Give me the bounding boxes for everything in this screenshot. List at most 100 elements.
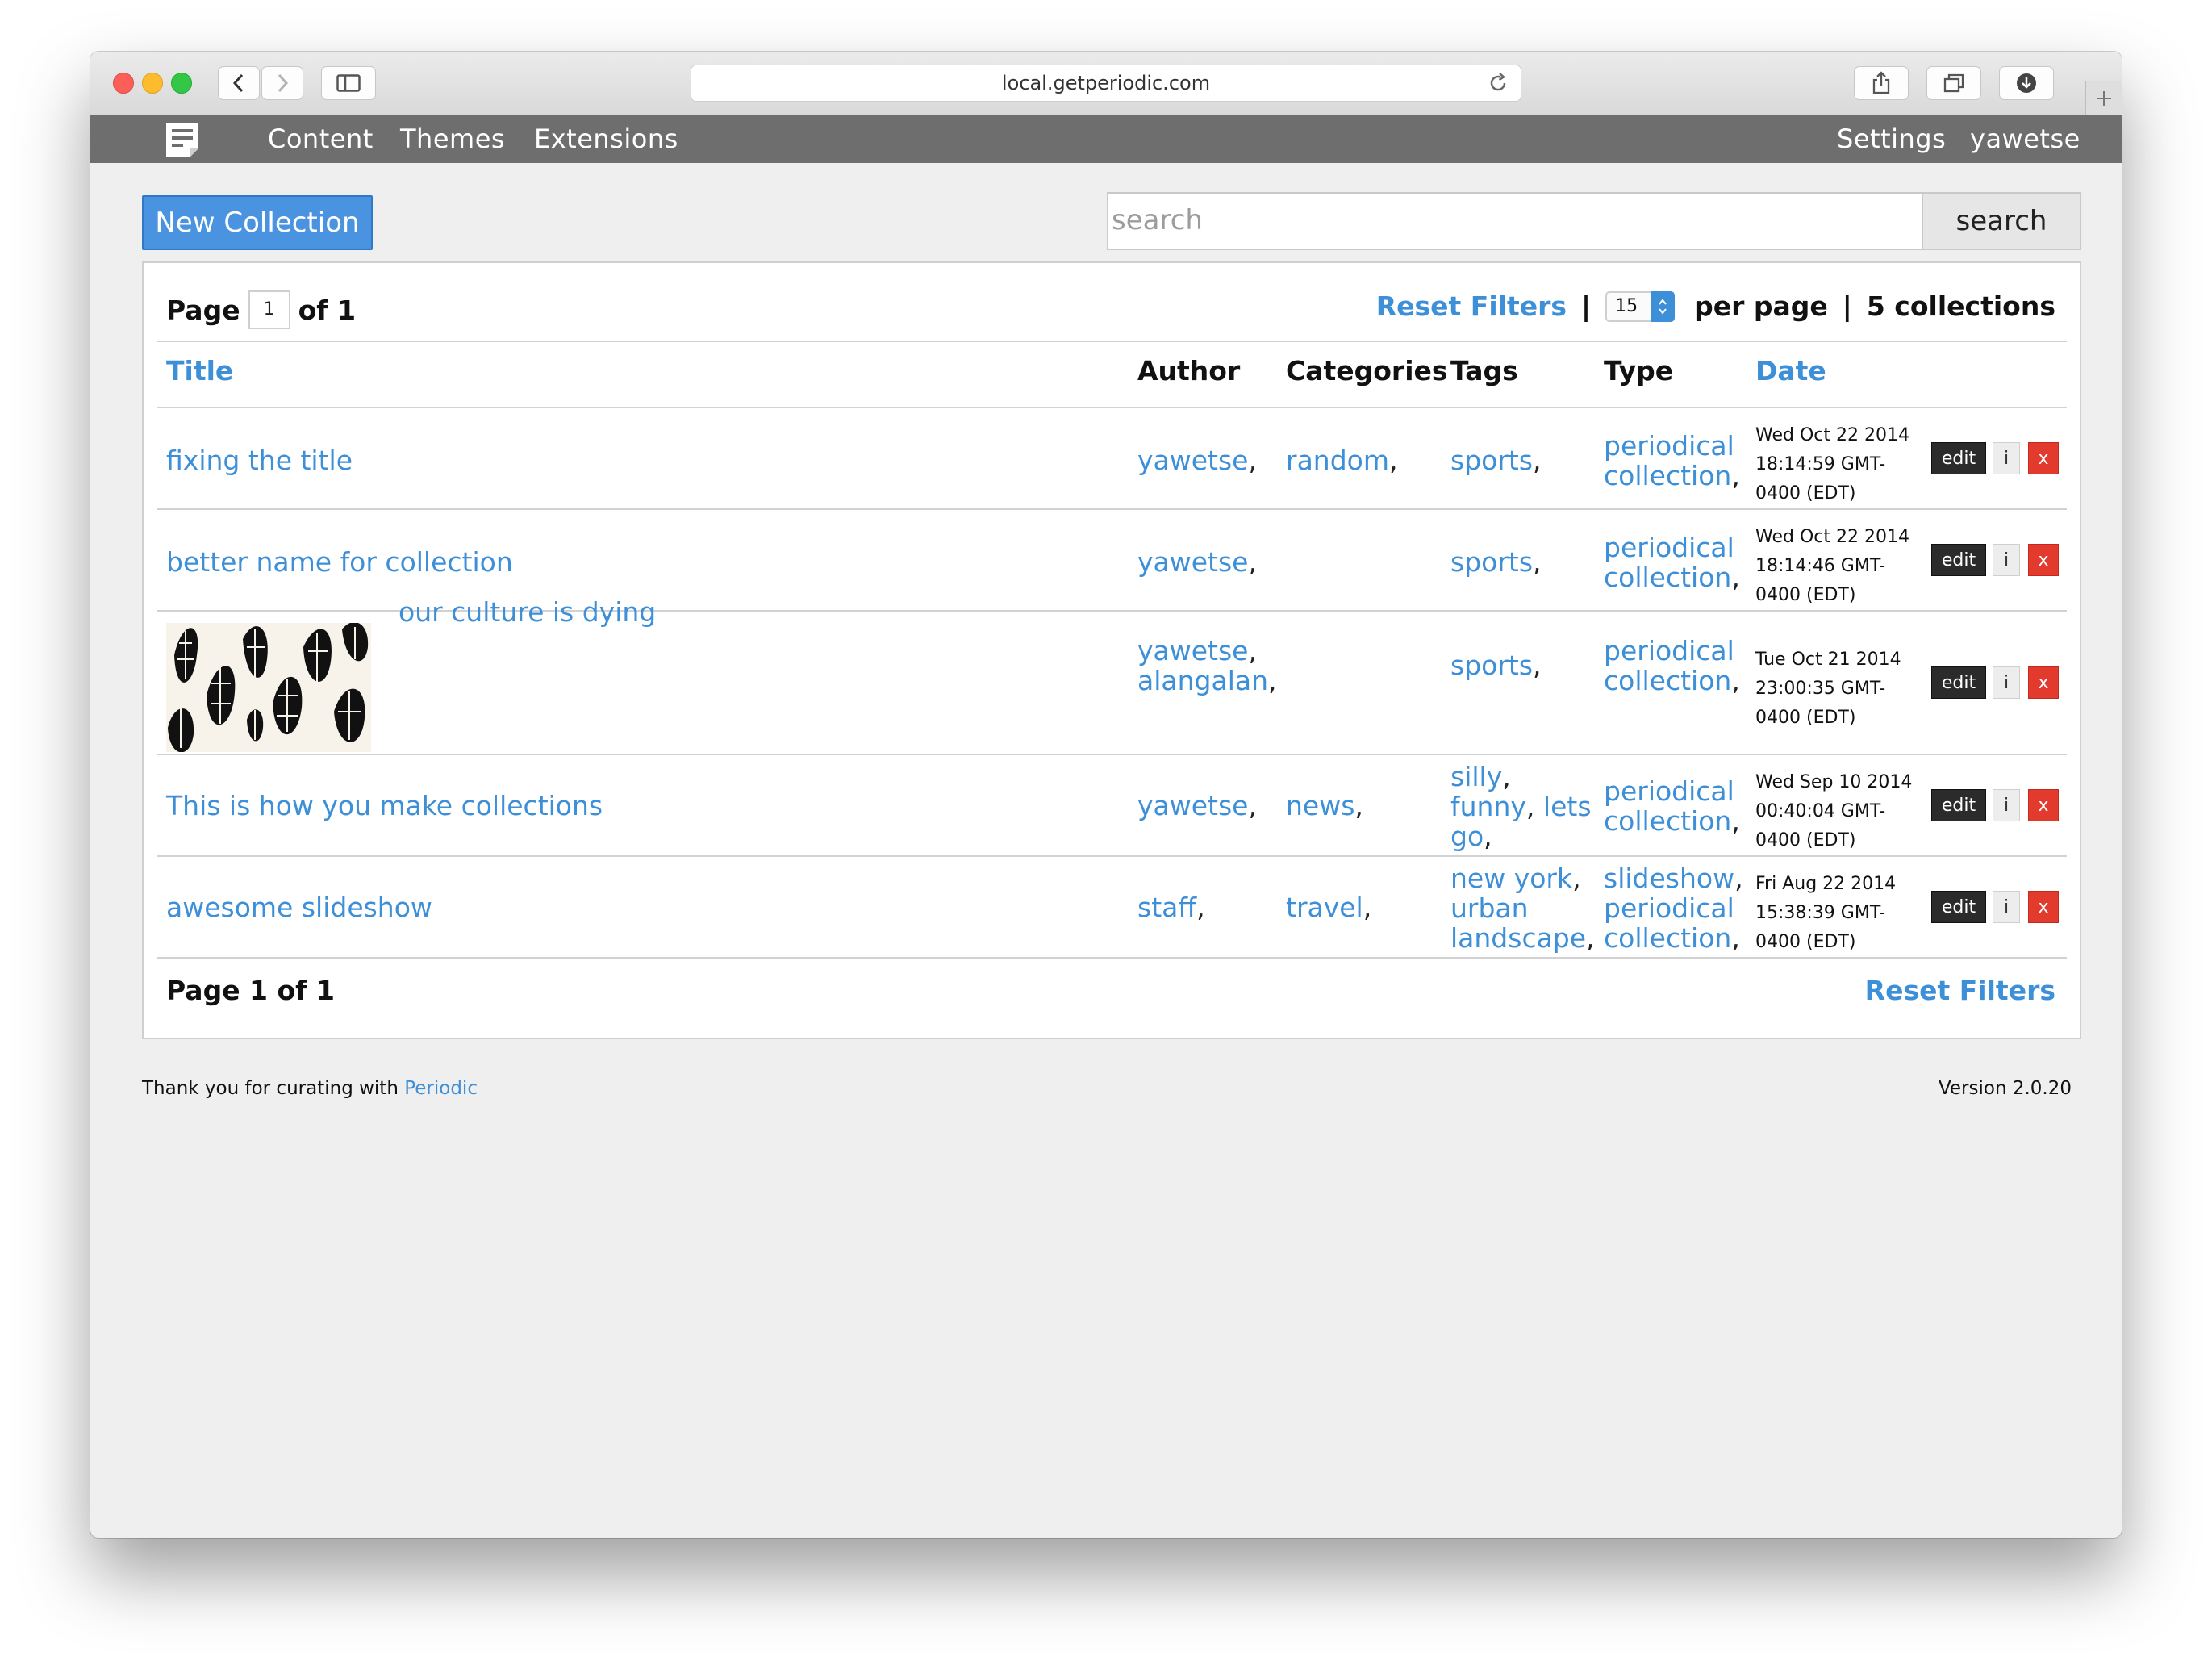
author-link[interactable]: yawetse — [1137, 790, 1248, 821]
pager-top: Page 1 of 1 — [166, 290, 356, 329]
minimize-window-button[interactable] — [142, 73, 163, 94]
per-page-select[interactable]: 15 — [1605, 290, 1676, 322]
edit-button[interactable]: edit — [1931, 789, 1986, 821]
nav-extensions[interactable]: Extensions — [534, 115, 678, 163]
col-header-type: Type — [1604, 355, 1674, 386]
author-link[interactable]: staff — [1137, 892, 1196, 923]
date-line: 0400 (EDT) — [1755, 932, 1856, 952]
per-page-label: per page — [1694, 290, 1828, 322]
tag-link[interactable]: sports — [1450, 445, 1533, 476]
info-button[interactable]: i — [1993, 666, 2020, 699]
sidebar-toggle-button[interactable] — [321, 66, 376, 100]
page-number-input[interactable]: 1 — [248, 290, 290, 329]
reset-filters-link[interactable]: Reset Filters — [1865, 975, 2055, 1006]
page-label: Page — [166, 294, 240, 326]
delete-button[interactable]: x — [2028, 666, 2059, 699]
divider — [157, 407, 2067, 408]
date-line: 0400 (EDT) — [1755, 483, 1856, 503]
delete-button[interactable]: x — [2028, 789, 2059, 821]
edit-button[interactable]: edit — [1931, 442, 1986, 474]
reload-icon[interactable] — [1487, 72, 1509, 94]
new-collection-button[interactable]: New Collection — [142, 195, 373, 250]
tags-cell: sports, — [1450, 546, 1542, 578]
search-button[interactable]: search — [1922, 192, 2081, 250]
category-cell: news, — [1286, 790, 1363, 821]
tag-link[interactable]: silly — [1450, 761, 1502, 792]
info-button[interactable]: i — [1993, 544, 2020, 576]
type-link[interactable]: periodical collection — [1604, 775, 1734, 837]
delete-button[interactable]: x — [2028, 891, 2059, 923]
periodic-logo-icon[interactable] — [163, 121, 203, 161]
nav-user[interactable]: yawetse — [1970, 115, 2081, 163]
search-input[interactable]: search — [1107, 192, 1925, 250]
row-title-link[interactable]: better name for collection — [166, 547, 513, 577]
nav-themes[interactable]: Themes — [400, 115, 505, 163]
category-link[interactable]: random — [1286, 445, 1389, 476]
date-line: Fri Aug 22 2014 — [1755, 874, 1897, 894]
tabs-icon — [1943, 73, 1964, 93]
info-button[interactable]: i — [1993, 891, 2020, 923]
row-title-link[interactable]: This is how you make collections — [166, 791, 603, 821]
info-button[interactable]: i — [1993, 442, 2020, 474]
edit-button[interactable]: edit — [1931, 544, 1986, 576]
downloads-button[interactable] — [1999, 66, 2054, 100]
date-cell: Tue Oct 21 2014 23:00:35 GMT- 0400 (EDT) — [1755, 645, 1901, 733]
nav-settings[interactable]: Settings — [1837, 115, 1946, 163]
type-link[interactable]: slideshow — [1604, 863, 1734, 894]
tag-link[interactable]: urban landscape — [1450, 892, 1586, 954]
col-header-date[interactable]: Date — [1755, 355, 1826, 386]
type-link[interactable]: periodical collection — [1604, 635, 1734, 696]
zoom-window-button[interactable] — [171, 73, 192, 94]
type-cell: periodical collection, — [1604, 532, 1740, 593]
forward-button[interactable] — [261, 66, 303, 100]
feather-pattern-image[interactable] — [166, 623, 371, 752]
close-window-button[interactable] — [113, 73, 134, 94]
type-link[interactable]: periodical collection — [1604, 892, 1734, 954]
row-title-link[interactable]: our culture is dying — [399, 597, 656, 627]
date-line: Wed Oct 22 2014 — [1755, 425, 1909, 445]
tag-link[interactable]: funny — [1450, 791, 1526, 822]
nav-content[interactable]: Content — [268, 115, 374, 163]
pager-controls: Reset Filters | 15 per page | 5 collecti… — [1376, 290, 2055, 322]
select-arrows-icon — [1651, 290, 1676, 322]
category-link[interactable]: news — [1286, 790, 1354, 821]
col-header-title[interactable]: Title — [166, 355, 233, 386]
tabs-overview-button[interactable] — [1926, 66, 1981, 100]
delete-button[interactable]: x — [2028, 442, 2059, 474]
type-link[interactable]: periodical collection — [1604, 430, 1734, 491]
category-link[interactable]: travel — [1286, 892, 1363, 923]
author-link[interactable]: alangalan — [1137, 665, 1268, 696]
author-link[interactable]: yawetse — [1137, 546, 1248, 578]
date-cell: Wed Sep 10 2014 00:40:04 GMT- 0400 (EDT) — [1755, 768, 1912, 855]
date-line: Wed Sep 10 2014 — [1755, 772, 1913, 792]
delete-button[interactable]: x — [2028, 544, 2059, 576]
row-title-link[interactable]: fixing the title — [166, 445, 353, 475]
row-title-link[interactable]: awesome slideshow — [166, 892, 432, 922]
info-button[interactable]: i — [1993, 789, 2020, 821]
divider — [157, 508, 2067, 510]
date-cell: Fri Aug 22 2014 15:38:39 GMT- 0400 (EDT) — [1755, 870, 1896, 957]
edit-button[interactable]: edit — [1931, 666, 1986, 699]
back-button[interactable] — [218, 66, 260, 100]
address-bar[interactable]: local.getperiodic.com — [691, 65, 1521, 102]
date-cell: Wed Oct 22 2014 18:14:46 GMT- 0400 (EDT) — [1755, 523, 1909, 610]
browser-window: local.getperiodic.com Content Themes Ext… — [90, 52, 2122, 1538]
collections-panel: Page 1 of 1 Reset Filters | 15 per page … — [142, 261, 2081, 1039]
author-cell: staff, — [1137, 892, 1205, 923]
type-link[interactable]: periodical collection — [1604, 532, 1734, 593]
share-button[interactable] — [1854, 66, 1909, 100]
reset-filters-link[interactable]: Reset Filters — [1376, 290, 1567, 322]
tag-link[interactable]: sports — [1450, 650, 1533, 681]
author-link[interactable]: yawetse — [1137, 635, 1248, 666]
date-line: 0400 (EDT) — [1755, 585, 1856, 605]
edit-button[interactable]: edit — [1931, 891, 1986, 923]
tag-link[interactable]: sports — [1450, 546, 1533, 578]
date-line: 23:00:35 GMT- — [1755, 679, 1886, 699]
new-tab-button[interactable] — [2085, 81, 2122, 115]
tag-link[interactable]: new york — [1450, 863, 1572, 894]
periodic-link[interactable]: Periodic — [404, 1078, 478, 1099]
page-total-label: of 1 — [298, 294, 357, 326]
tags-cell: silly, funny, lets go, — [1450, 761, 1592, 852]
author-link[interactable]: yawetse — [1137, 445, 1248, 476]
url-text: local.getperiodic.com — [1001, 72, 1211, 94]
